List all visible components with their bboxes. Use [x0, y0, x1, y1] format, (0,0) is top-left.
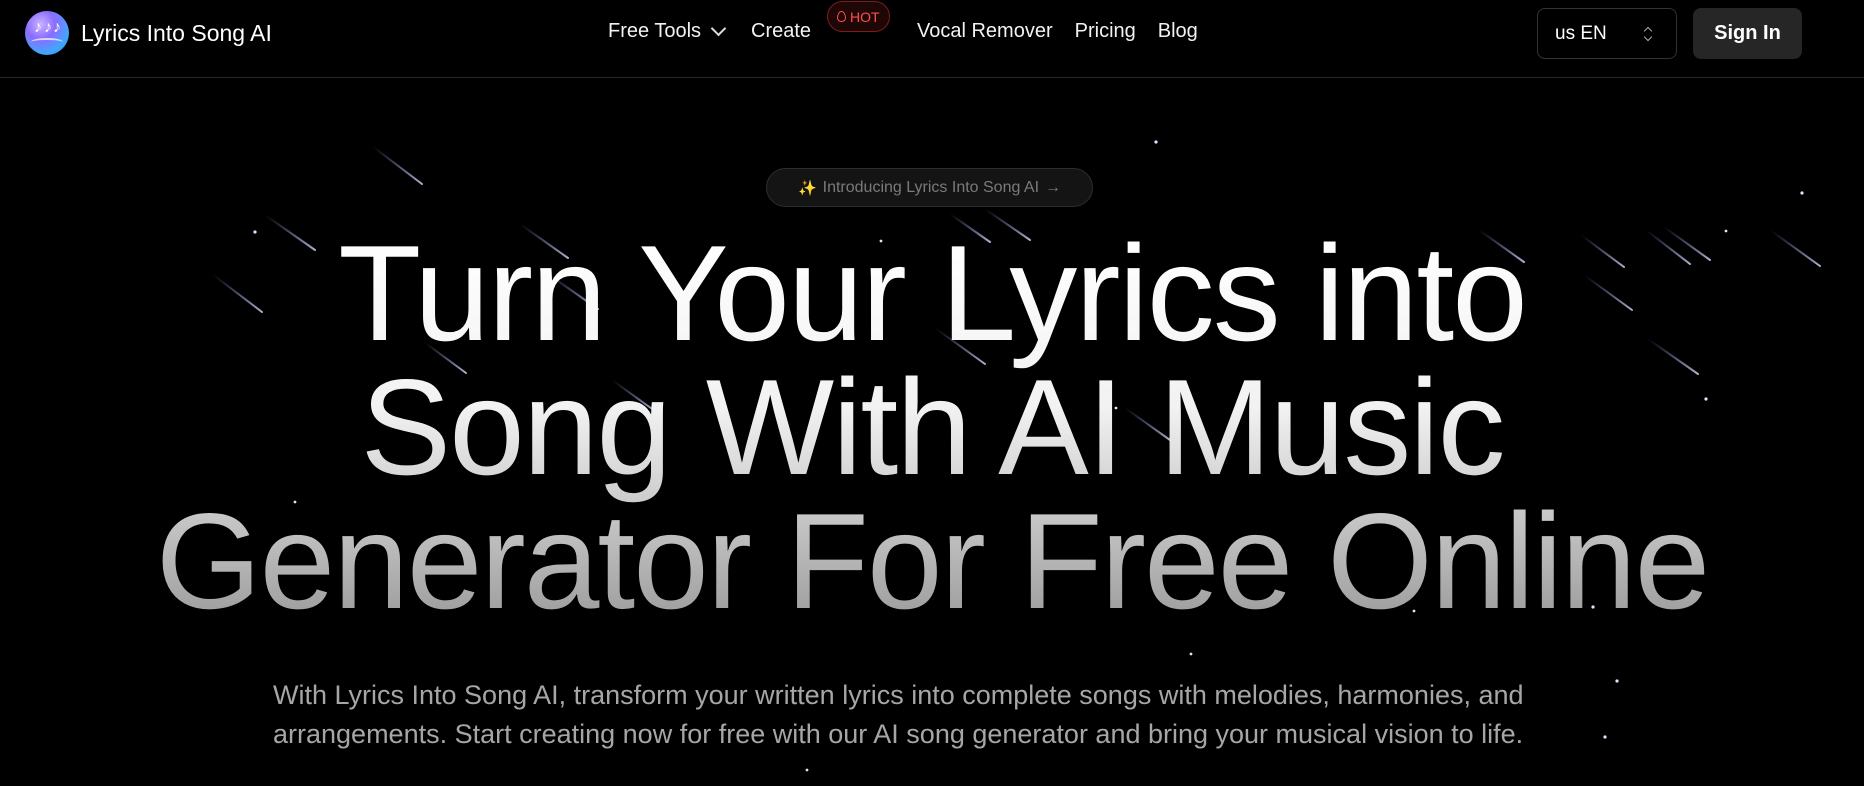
- nav-pricing[interactable]: Pricing: [1075, 20, 1136, 43]
- hot-badge-label: HOT: [850, 8, 880, 25]
- nav-vocal-remover[interactable]: Vocal Remover: [917, 20, 1053, 43]
- brand-logo-link[interactable]: ♪ ♪ ♪ Lyrics Into Song AI: [25, 11, 272, 55]
- language-select[interactable]: us EN: [1537, 8, 1677, 59]
- sign-in-button[interactable]: Sign In: [1693, 8, 1802, 59]
- main-nav-right: Vocal Remover Pricing Blog: [917, 20, 1198, 43]
- chevron-up-down-icon: [1643, 26, 1653, 42]
- flame-icon: [837, 11, 846, 22]
- headline-line-3: Generator For Free Online: [155, 485, 1709, 637]
- nav-free-tools[interactable]: Free Tools: [608, 20, 727, 43]
- music-notes-logo-icon: ♪ ♪ ♪: [25, 11, 69, 55]
- chevron-down-icon: [710, 20, 727, 37]
- brand-name: Lyrics Into Song AI: [81, 19, 272, 46]
- hot-badge: HOT: [827, 1, 890, 32]
- nav-blog[interactable]: Blog: [1158, 20, 1198, 43]
- nav-create[interactable]: Create: [751, 20, 811, 43]
- main-nav: Free Tools Create: [608, 20, 811, 43]
- arrow-right-icon: →: [1045, 178, 1062, 196]
- headline-line-2: Song With AI Music: [360, 351, 1504, 503]
- intro-announcement-pill[interactable]: ✨ Introducing Lyrics Into Song AI →: [766, 168, 1093, 207]
- intro-pill-text: Introducing Lyrics Into Song AI: [822, 178, 1040, 196]
- headline-line-1: Turn Your Lyrics into: [338, 217, 1526, 369]
- nav-free-tools-label: Free Tools: [608, 20, 702, 42]
- hero-headline: Turn Your Lyrics into Song With AI Music…: [0, 226, 1864, 628]
- sparkle-icon: ✨: [797, 179, 817, 197]
- hero-subtitle: With Lyrics Into Song AI, transform your…: [273, 680, 1524, 749]
- language-selected-value: us EN: [1555, 22, 1607, 44]
- top-nav-bar: ♪ ♪ ♪ Lyrics Into Song AI Free Tools Creat…: [0, 0, 1864, 78]
